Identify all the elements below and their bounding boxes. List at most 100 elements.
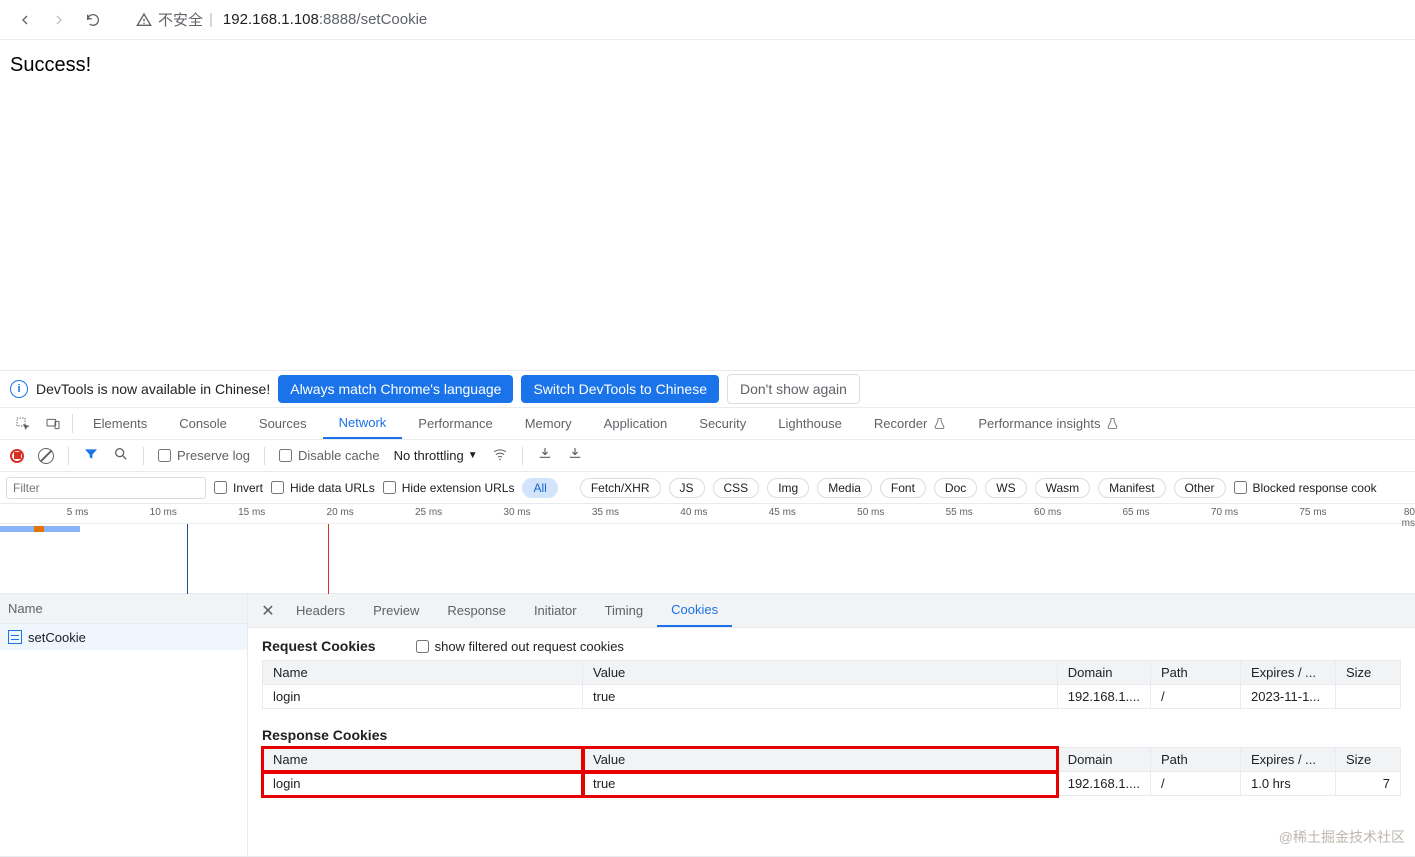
throttling-select[interactable]: No throttling▼	[394, 448, 478, 463]
tab-network[interactable]: Network	[323, 408, 403, 439]
chip-doc[interactable]: Doc	[934, 478, 977, 498]
network-filter-bar: Invert Hide data URLs Hide extension URL…	[0, 472, 1415, 504]
tab-performance-insights[interactable]: Performance insights	[962, 408, 1135, 439]
request-list-header[interactable]: Name	[0, 594, 247, 624]
invert-checkbox[interactable]: Invert	[214, 481, 263, 495]
reload-button[interactable]	[76, 3, 110, 37]
tab-security[interactable]: Security	[683, 408, 762, 439]
chip-ws[interactable]: WS	[985, 478, 1026, 498]
disable-cache-checkbox[interactable]: Disable cache	[279, 448, 380, 463]
col-name[interactable]: Name	[263, 661, 583, 685]
col-value[interactable]: Value	[583, 661, 1058, 685]
dtab-preview[interactable]: Preview	[359, 594, 433, 627]
network-split-view: Name setCookie ✕ Headers Preview Respons…	[0, 594, 1415, 857]
tab-recorder[interactable]: Recorder	[858, 408, 962, 439]
device-toolbar-icon[interactable]	[38, 408, 68, 439]
request-row[interactable]: setCookie	[0, 624, 247, 650]
filter-toggle-icon[interactable]	[83, 446, 99, 465]
inspect-element-icon[interactable]	[8, 408, 38, 439]
network-toolbar: Preserve log Disable cache No throttling…	[0, 440, 1415, 472]
dismiss-infobar-button[interactable]: Don't show again	[727, 374, 860, 404]
table-row[interactable]: login true 192.168.1.... / 1.0 hrs 7	[263, 772, 1401, 796]
insecure-indicator: 不安全 |	[136, 9, 213, 30]
chip-css[interactable]: CSS	[713, 478, 760, 498]
col-size[interactable]: Size	[1336, 748, 1401, 772]
address-bar[interactable]: 不安全 | 192.168.1.108:8888/setCookie	[118, 5, 1407, 35]
chip-js[interactable]: JS	[669, 478, 705, 498]
dtab-cookies[interactable]: Cookies	[657, 594, 732, 627]
tab-application[interactable]: Application	[588, 408, 684, 439]
match-language-button[interactable]: Always match Chrome's language	[278, 375, 513, 403]
tab-performance[interactable]: Performance	[402, 408, 508, 439]
request-cookies-table: Name Value Domain Path Expires / ... Siz…	[262, 660, 1401, 709]
hide-extension-urls-checkbox[interactable]: Hide extension URLs	[383, 481, 515, 495]
col-domain[interactable]: Domain	[1057, 661, 1150, 685]
search-icon[interactable]	[113, 446, 129, 465]
dtab-response[interactable]: Response	[433, 594, 520, 627]
col-expires[interactable]: Expires / ...	[1241, 661, 1336, 685]
table-row[interactable]: login true 192.168.1.... / 2023-11-1...	[263, 685, 1401, 709]
import-har-icon[interactable]	[537, 446, 553, 465]
devtools: i DevTools is now available in Chinese! …	[0, 370, 1415, 857]
devtools-panel-tabs: Elements Console Sources Network Perform…	[0, 408, 1415, 440]
request-list: Name setCookie	[0, 594, 248, 856]
chip-wasm[interactable]: Wasm	[1035, 478, 1091, 498]
chip-fetchxhr[interactable]: Fetch/XHR	[580, 478, 661, 498]
dtab-headers[interactable]: Headers	[282, 594, 359, 627]
clear-button[interactable]	[38, 448, 54, 464]
tab-elements[interactable]: Elements	[77, 408, 163, 439]
blocked-response-checkbox[interactable]: Blocked response cook	[1234, 481, 1377, 495]
table-header-row: Name Value Domain Path Expires / ... Siz…	[263, 661, 1401, 685]
url-text: 192.168.1.108:8888/setCookie	[223, 11, 427, 28]
switch-language-button[interactable]: Switch DevTools to Chinese	[521, 375, 719, 403]
col-path[interactable]: Path	[1151, 748, 1241, 772]
preserve-log-checkbox[interactable]: Preserve log	[158, 448, 250, 463]
show-filtered-checkbox[interactable]: show filtered out request cookies	[416, 639, 624, 654]
table-header-row: Name Value Domain Path Expires / ... Siz…	[263, 748, 1401, 772]
chip-other[interactable]: Other	[1174, 478, 1226, 498]
tab-sources[interactable]: Sources	[243, 408, 323, 439]
hide-data-urls-checkbox[interactable]: Hide data URLs	[271, 481, 375, 495]
dtab-initiator[interactable]: Initiator	[520, 594, 591, 627]
back-button[interactable]	[8, 3, 42, 37]
chip-img[interactable]: Img	[767, 478, 809, 498]
document-icon	[8, 630, 22, 644]
tab-console[interactable]: Console	[163, 408, 243, 439]
request-detail-pane: ✕ Headers Preview Response Initiator Tim…	[248, 594, 1415, 856]
browser-toolbar: 不安全 | 192.168.1.108:8888/setCookie	[0, 0, 1415, 40]
dtab-timing[interactable]: Timing	[591, 594, 658, 627]
page-body: Success!	[0, 40, 1415, 91]
flask-icon	[933, 417, 946, 430]
col-domain[interactable]: Domain	[1057, 748, 1150, 772]
insecure-label: 不安全	[158, 9, 203, 30]
close-detail-button[interactable]: ✕	[254, 594, 282, 627]
chip-media[interactable]: Media	[817, 478, 872, 498]
chip-font[interactable]: Font	[880, 478, 926, 498]
flask-icon	[1106, 417, 1119, 430]
devtools-locale-infobar: i DevTools is now available in Chinese! …	[0, 370, 1415, 408]
warning-icon	[136, 12, 152, 28]
forward-button[interactable]	[42, 3, 76, 37]
tab-lighthouse[interactable]: Lighthouse	[762, 408, 858, 439]
col-path[interactable]: Path	[1151, 661, 1241, 685]
col-size[interactable]: Size	[1336, 661, 1401, 685]
request-name: setCookie	[28, 630, 86, 645]
col-name[interactable]: Name	[263, 748, 583, 772]
network-conditions-icon[interactable]	[492, 446, 508, 465]
watermark: @稀土掘金技术社区	[1279, 827, 1405, 847]
chip-all[interactable]: All	[522, 478, 557, 498]
info-icon: i	[10, 380, 28, 398]
filter-input[interactable]	[6, 477, 206, 499]
infobar-message: DevTools is now available in Chinese!	[36, 381, 270, 397]
col-value[interactable]: Value	[583, 748, 1058, 772]
record-button[interactable]	[10, 449, 24, 463]
network-timeline[interactable]: 5 ms10 ms15 ms20 ms25 ms30 ms35 ms40 ms4…	[0, 504, 1415, 594]
chip-manifest[interactable]: Manifest	[1098, 478, 1165, 498]
detail-tabs: ✕ Headers Preview Response Initiator Tim…	[248, 594, 1415, 628]
response-cookies-heading: Response Cookies	[262, 727, 1401, 743]
tab-memory[interactable]: Memory	[509, 408, 588, 439]
response-cookies-table: Name Value Domain Path Expires / ... Siz…	[262, 747, 1401, 796]
col-expires[interactable]: Expires / ...	[1241, 748, 1336, 772]
export-har-icon[interactable]	[567, 446, 583, 465]
request-cookies-heading: Request Cookies	[262, 638, 376, 654]
